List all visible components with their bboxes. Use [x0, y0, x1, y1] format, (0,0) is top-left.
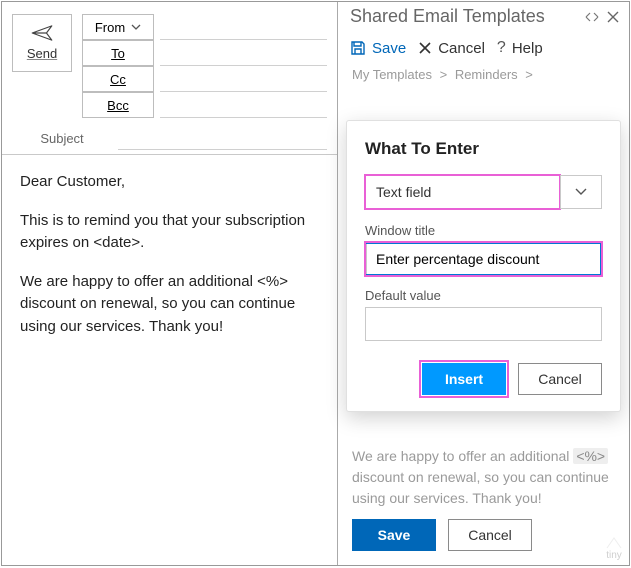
toolbar-help-button[interactable]: ? Help — [497, 39, 543, 57]
crumb-reminders[interactable]: Reminders — [455, 67, 518, 82]
crumb-sep: > — [440, 67, 448, 82]
templates-pane: Shared Email Templates Save — [338, 2, 629, 565]
pane-toolbar: Save Cancel ? Help — [338, 33, 629, 67]
from-label: From — [95, 20, 125, 35]
help-icon: ? — [497, 39, 506, 57]
footer-cancel-label: Cancel — [468, 527, 512, 543]
cc-field[interactable] — [160, 66, 327, 92]
pane-titlebar: Shared Email Templates — [338, 2, 629, 33]
field-type-chevron[interactable] — [560, 175, 602, 209]
body-greeting: Dear Customer, — [20, 171, 319, 194]
app-window: Send From To — [1, 1, 630, 566]
preview-text-b: discount on renewal, so you can continue… — [352, 469, 609, 506]
cc-button[interactable]: Cc — [82, 66, 154, 92]
toolbar-cancel-label: Cancel — [438, 40, 485, 57]
dialog-cancel-label: Cancel — [538, 371, 582, 387]
to-label: To — [111, 46, 125, 61]
field-type-select[interactable]: Text field — [365, 175, 602, 209]
cancel-icon — [418, 41, 432, 55]
compose-header: Send From To — [2, 2, 337, 155]
toolbar-cancel-button[interactable]: Cancel — [418, 40, 485, 57]
pane-title: Shared Email Templates — [350, 6, 545, 27]
cc-label: Cc — [110, 72, 126, 87]
footer-save-label: Save — [378, 527, 411, 543]
crumb-sep: > — [525, 67, 533, 82]
send-label: Send — [27, 46, 57, 61]
toolbar-save-button[interactable]: Save — [350, 40, 406, 57]
pane-footer-buttons: Save Cancel — [338, 509, 629, 565]
body-paragraph-1: This is to remind you that your subscrip… — [20, 210, 319, 255]
window-title-input[interactable] — [365, 242, 602, 276]
toolbar-help-label: Help — [512, 40, 543, 57]
crumb-my-templates[interactable]: My Templates — [352, 67, 432, 82]
bcc-label: Bcc — [107, 98, 129, 113]
compose-pane: Send From To — [2, 2, 338, 565]
from-field[interactable] — [160, 14, 327, 40]
send-icon — [31, 25, 53, 44]
insert-button[interactable]: Insert — [422, 363, 506, 395]
default-value-input[interactable] — [365, 307, 602, 341]
footer-cancel-button[interactable]: Cancel — [448, 519, 532, 551]
save-icon — [350, 40, 366, 56]
insert-label: Insert — [445, 371, 483, 387]
from-button[interactable]: From — [82, 14, 154, 40]
to-button[interactable]: To — [82, 40, 154, 66]
default-value-label: Default value — [365, 288, 602, 303]
field-type-value: Text field — [365, 175, 560, 209]
what-to-enter-dialog: What To Enter Text field Window title De… — [346, 120, 621, 412]
subject-field[interactable] — [118, 126, 327, 150]
window-title-label: Window title — [365, 223, 602, 238]
close-icon[interactable] — [607, 11, 619, 23]
compose-body[interactable]: Dear Customer, This is to remind you tha… — [2, 155, 337, 370]
to-field[interactable] — [160, 40, 327, 66]
toolbar-save-label: Save — [372, 40, 406, 57]
breadcrumb: My Templates > Reminders > — [338, 67, 629, 88]
popout-icon[interactable] — [585, 11, 599, 23]
chevron-down-icon — [131, 24, 141, 30]
send-button[interactable]: Send — [12, 14, 72, 72]
bcc-button[interactable]: Bcc — [82, 92, 154, 118]
body-paragraph-2: We are happy to offer an additional <%> … — [20, 271, 319, 339]
preview-text-a: We are happy to offer an additional — [352, 448, 573, 464]
subject-label: Subject — [12, 131, 112, 146]
dialog-cancel-button[interactable]: Cancel — [518, 363, 602, 395]
template-preview: We are happy to offer an additional <%> … — [338, 446, 629, 509]
footer-save-button[interactable]: Save — [352, 519, 436, 551]
dialog-title: What To Enter — [365, 139, 602, 159]
bcc-field[interactable] — [160, 92, 327, 118]
preview-placeholder-tag: <%> — [573, 448, 608, 464]
